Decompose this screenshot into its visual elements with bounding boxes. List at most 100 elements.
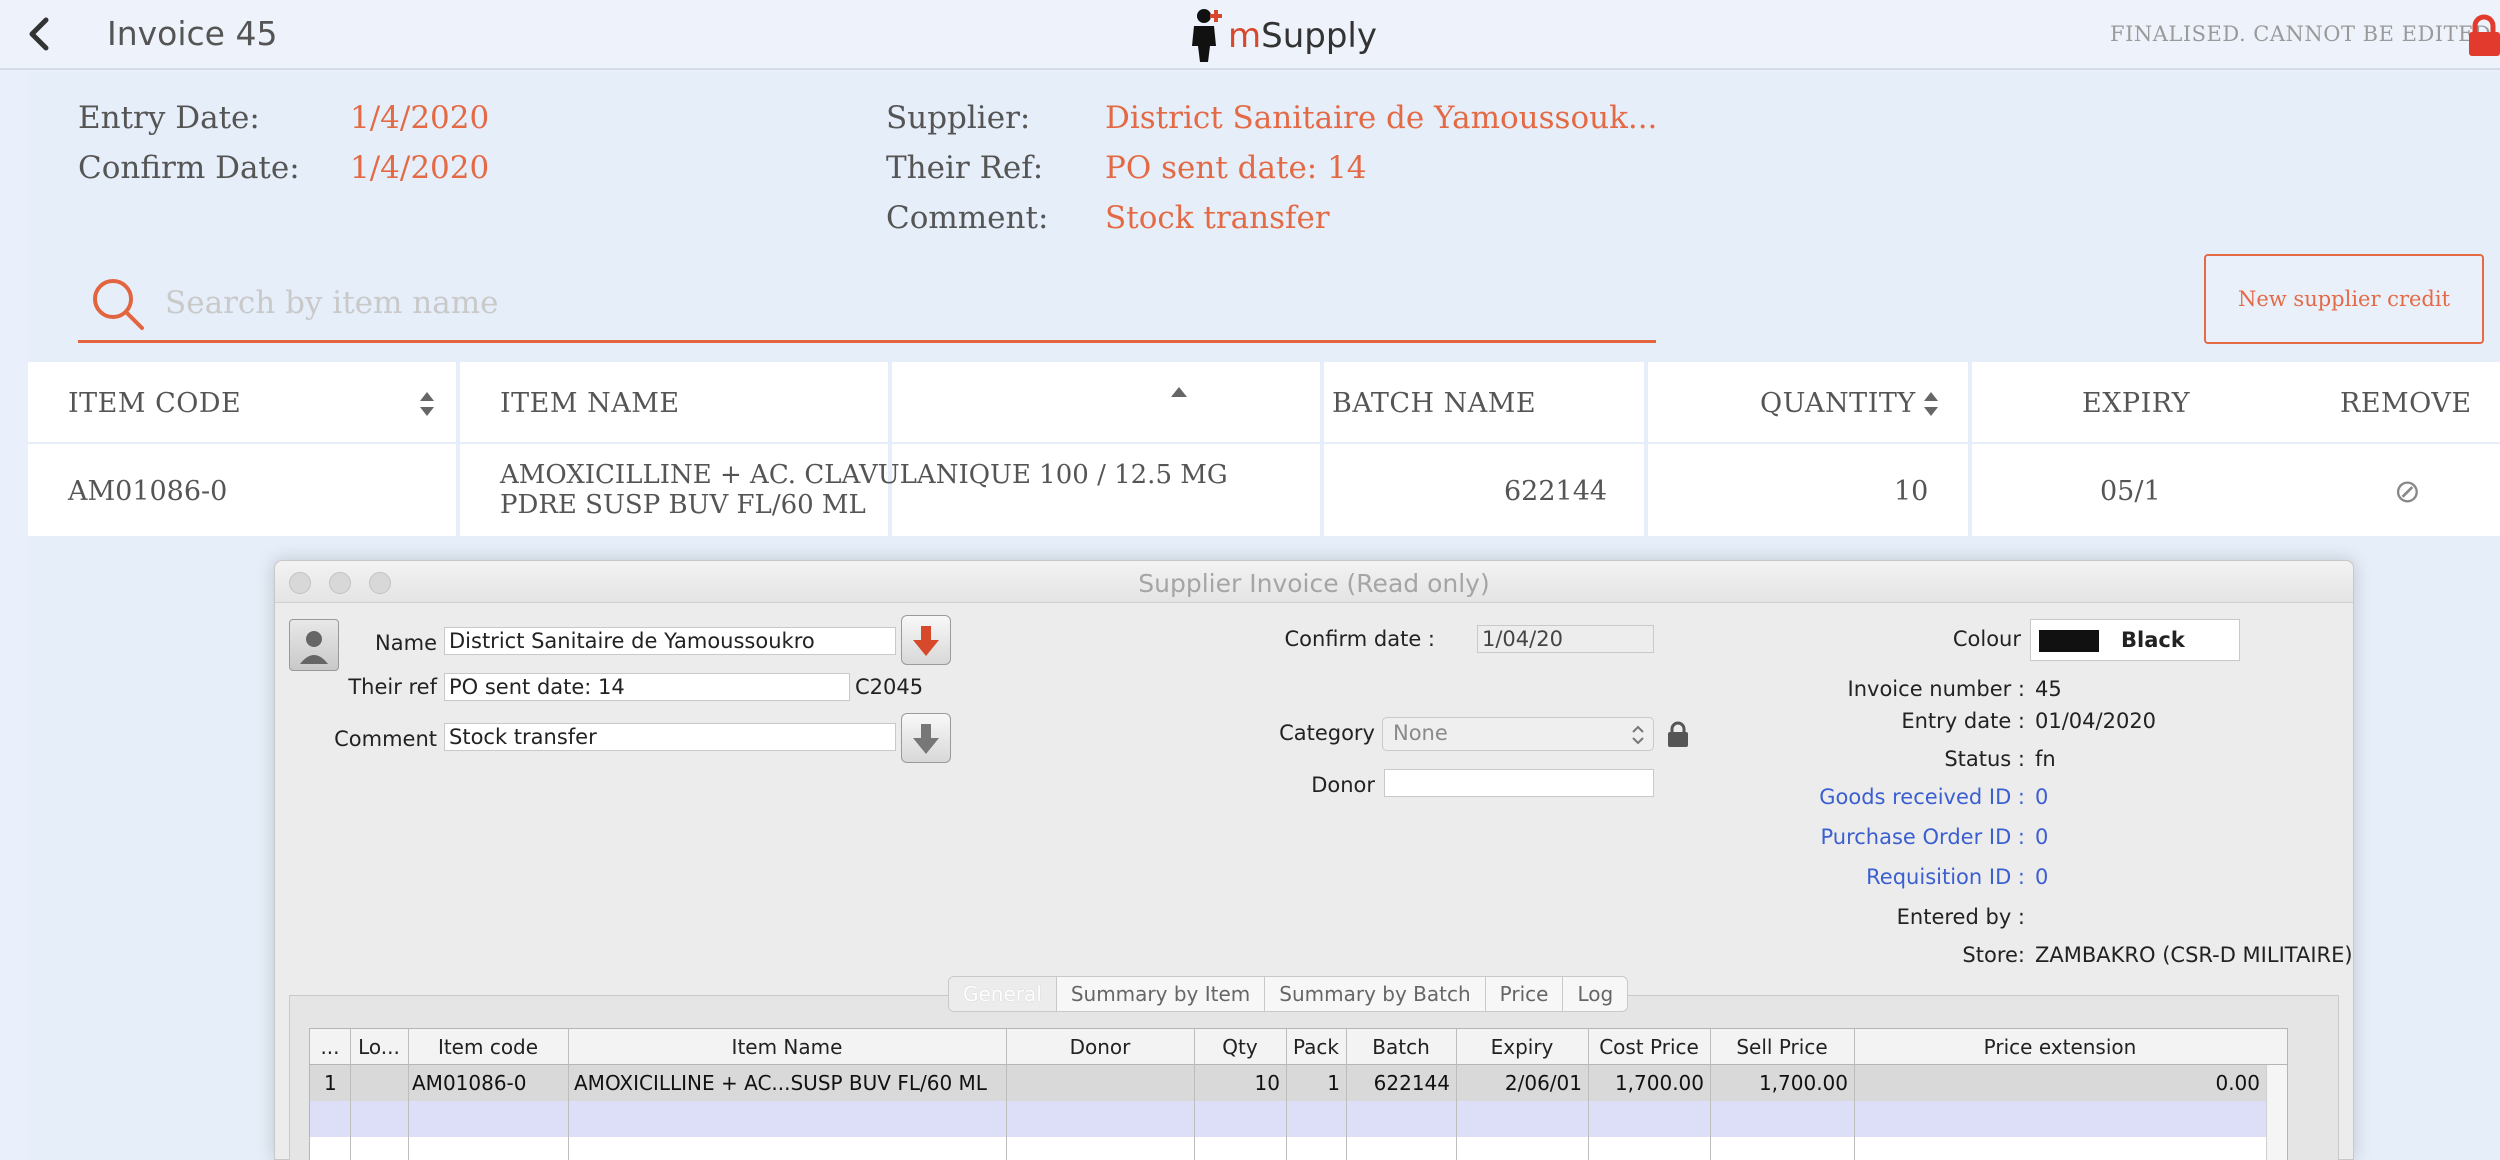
grid-col-pack[interactable]: Pack — [1286, 1035, 1346, 1059]
tab-log[interactable]: Log — [1563, 977, 1627, 1011]
header-item-name[interactable]: ITEM NAME — [500, 388, 680, 419]
their-ref-label: Their Ref: — [886, 150, 1044, 186]
grid-col-item-name[interactable]: Item Name — [568, 1035, 1006, 1059]
supplier-label: Supplier: — [886, 100, 1031, 136]
msupply-logo-icon — [1192, 9, 1222, 62]
goods-received-label[interactable]: Goods received ID : — [1725, 785, 2025, 809]
header-expiry[interactable]: EXPIRY — [2082, 388, 2190, 419]
entry-date-value: 1/4/2020 — [350, 100, 490, 136]
purchase-order-label[interactable]: Purchase Order ID : — [1725, 825, 2025, 849]
grid-cell-item-name: AMOXICILLINE + AC...SUSP BUV FL/60 ML — [574, 1071, 987, 1095]
lock-icon — [2469, 14, 2500, 56]
grid-vertical-scrollbar[interactable] — [2266, 1065, 2287, 1160]
goods-received-value[interactable]: 0 — [2035, 785, 2048, 809]
comment-value[interactable]: Stock transfer — [1105, 200, 1330, 236]
window-titlebar[interactable]: Supplier Invoice (Read only) — [275, 561, 2353, 603]
tab-general[interactable]: General — [949, 977, 1057, 1011]
dialog-tab-strip: General Summary by Item Summary by Batch… — [948, 976, 1629, 1012]
grid-col-batch[interactable]: Batch — [1346, 1035, 1456, 1059]
store-label: Store: — [1962, 943, 2025, 967]
remove-row-icon[interactable]: ⊘ — [2394, 472, 2421, 510]
grid-col-qty[interactable]: Qty — [1194, 1035, 1286, 1059]
invoice-lines-grid: ... Lo... Item code Item Name Donor Qty … — [309, 1028, 2288, 1160]
confirm-date-label: Confirm date : — [1284, 627, 1435, 651]
tab-summary-by-batch[interactable]: Summary by Batch — [1265, 977, 1486, 1011]
requisition-value[interactable]: 0 — [2035, 865, 2048, 889]
top-bar: Invoice 45 mSupply FINALISED. CANNOT BE … — [0, 0, 2500, 70]
category-label: Category — [1279, 721, 1375, 745]
cell-quantity[interactable]: 10 — [1894, 476, 1928, 507]
entry-date-value: 01/04/2020 — [2035, 709, 2157, 733]
grid-cell-sell-price: 1,700.00 — [1758, 1071, 1848, 1095]
grid-row-empty[interactable] — [310, 1101, 2287, 1137]
colour-picker[interactable]: Black — [2030, 619, 2240, 661]
comment-field[interactable]: Stock transfer — [444, 723, 896, 751]
new-supplier-credit-button[interactable]: New supplier credit — [2204, 254, 2484, 344]
window-title: Supplier Invoice (Read only) — [1138, 569, 1490, 598]
grid-cell-item-code: AM01086-0 — [412, 1071, 527, 1095]
page-title: Invoice 45 — [107, 14, 278, 53]
item-search-input[interactable] — [165, 280, 1635, 326]
arrow-down-icon — [913, 724, 939, 754]
category-selected-value: None — [1393, 721, 1448, 745]
search-icon — [93, 279, 144, 330]
name-field[interactable]: District Sanitaire de Yamoussoukro — [444, 627, 896, 655]
grid-col-sell-price[interactable]: Sell Price — [1710, 1035, 1854, 1059]
cell-item-name-line2[interactable]: PDRE SUSP BUV FL/60 ML — [500, 490, 866, 520]
grid-col-donor[interactable]: Donor — [1006, 1035, 1194, 1059]
colour-name: Black — [2121, 628, 2185, 652]
grid-col-location[interactable]: Lo... — [350, 1035, 408, 1059]
donor-field[interactable] — [1384, 769, 1654, 797]
arrow-down-icon — [913, 626, 939, 656]
grid-cell-cost-price: 1,700.00 — [1614, 1071, 1704, 1095]
tab-summary-by-item[interactable]: Summary by Item — [1057, 977, 1266, 1011]
grid-cell-batch: 622144 — [1373, 1071, 1450, 1095]
grid-col-item-code[interactable]: Item code — [408, 1035, 568, 1059]
confirm-date-value: 1/4/2020 — [350, 150, 490, 186]
column-batch-name — [892, 362, 1324, 536]
search-underline — [78, 340, 1656, 343]
header-quantity[interactable]: QUANTITY — [1760, 388, 1916, 419]
status-label: Status : — [1944, 747, 2025, 771]
supplier-value[interactable]: District Sanitaire de Yamoussouk... — [1105, 100, 1657, 136]
their-ref-value[interactable]: PO sent date: 14 — [1105, 150, 1367, 186]
status-value: fn — [2035, 747, 2056, 771]
supplier-avatar-button[interactable] — [289, 619, 339, 671]
grid-cell-price-extension: 0.00 — [2215, 1071, 2260, 1095]
header-item-code[interactable]: ITEM CODE — [68, 388, 241, 419]
category-select[interactable]: None — [1382, 717, 1654, 751]
supplier-lookup-button[interactable] — [901, 615, 951, 665]
sort-both-icon[interactable] — [1922, 390, 1940, 418]
comment-options-button[interactable] — [901, 713, 951, 763]
colour-label: Colour — [1952, 627, 2021, 651]
requisition-label[interactable]: Requisition ID : — [1725, 865, 2025, 889]
tab-price[interactable]: Price — [1486, 977, 1564, 1011]
header-batch-name[interactable]: BATCH NAME — [1332, 388, 1536, 419]
supplier-invoice-window: Supplier Invoice (Read only) Name Distri… — [274, 560, 2354, 1160]
purchase-order-value[interactable]: 0 — [2035, 825, 2048, 849]
grid-col-expiry[interactable]: Expiry — [1456, 1035, 1588, 1059]
grid-col-line[interactable]: ... — [310, 1035, 350, 1059]
sort-both-icon[interactable] — [418, 390, 436, 418]
store-value: ZAMBAKRO (CSR-D MILITAIRE) — [2035, 943, 2353, 967]
header-remove: REMOVE — [2340, 388, 2472, 419]
grid-cell-qty: 10 — [1254, 1071, 1280, 1095]
category-lock-icon[interactable] — [1665, 721, 1691, 749]
table-header-divider — [28, 442, 2500, 444]
invoice-lines-table: ITEM CODE ITEM NAME BATCH NAME QUANTITY … — [28, 362, 2500, 536]
grid-cell-line: 1 — [324, 1071, 337, 1095]
sort-ascending-icon[interactable] — [1170, 386, 1188, 398]
cell-batch[interactable]: 622144 — [1504, 476, 1607, 507]
cell-expiry[interactable]: 05/1 — [2100, 476, 2161, 507]
cell-item-code[interactable]: AM01086-0 — [68, 476, 227, 507]
invoice-number-value: 45 — [2035, 677, 2062, 701]
their-ref-field[interactable]: PO sent date: 14 — [444, 673, 850, 701]
grid-col-price-extension[interactable]: Price extension — [1854, 1035, 2266, 1059]
grid-col-cost-price[interactable]: Cost Price — [1588, 1035, 1710, 1059]
back-arrow-icon[interactable] — [22, 14, 56, 54]
cell-item-name-line1[interactable]: AMOXICILLINE + AC. CLAVULANIQUE 100 / 12… — [500, 460, 1228, 490]
grid-cell-expiry: 2/06/01 — [1504, 1071, 1582, 1095]
name-label: Name — [375, 631, 437, 655]
entry-date-label: Entry date : — [1901, 709, 2025, 733]
confirm-date-field[interactable]: 1/04/20 — [1477, 625, 1654, 653]
